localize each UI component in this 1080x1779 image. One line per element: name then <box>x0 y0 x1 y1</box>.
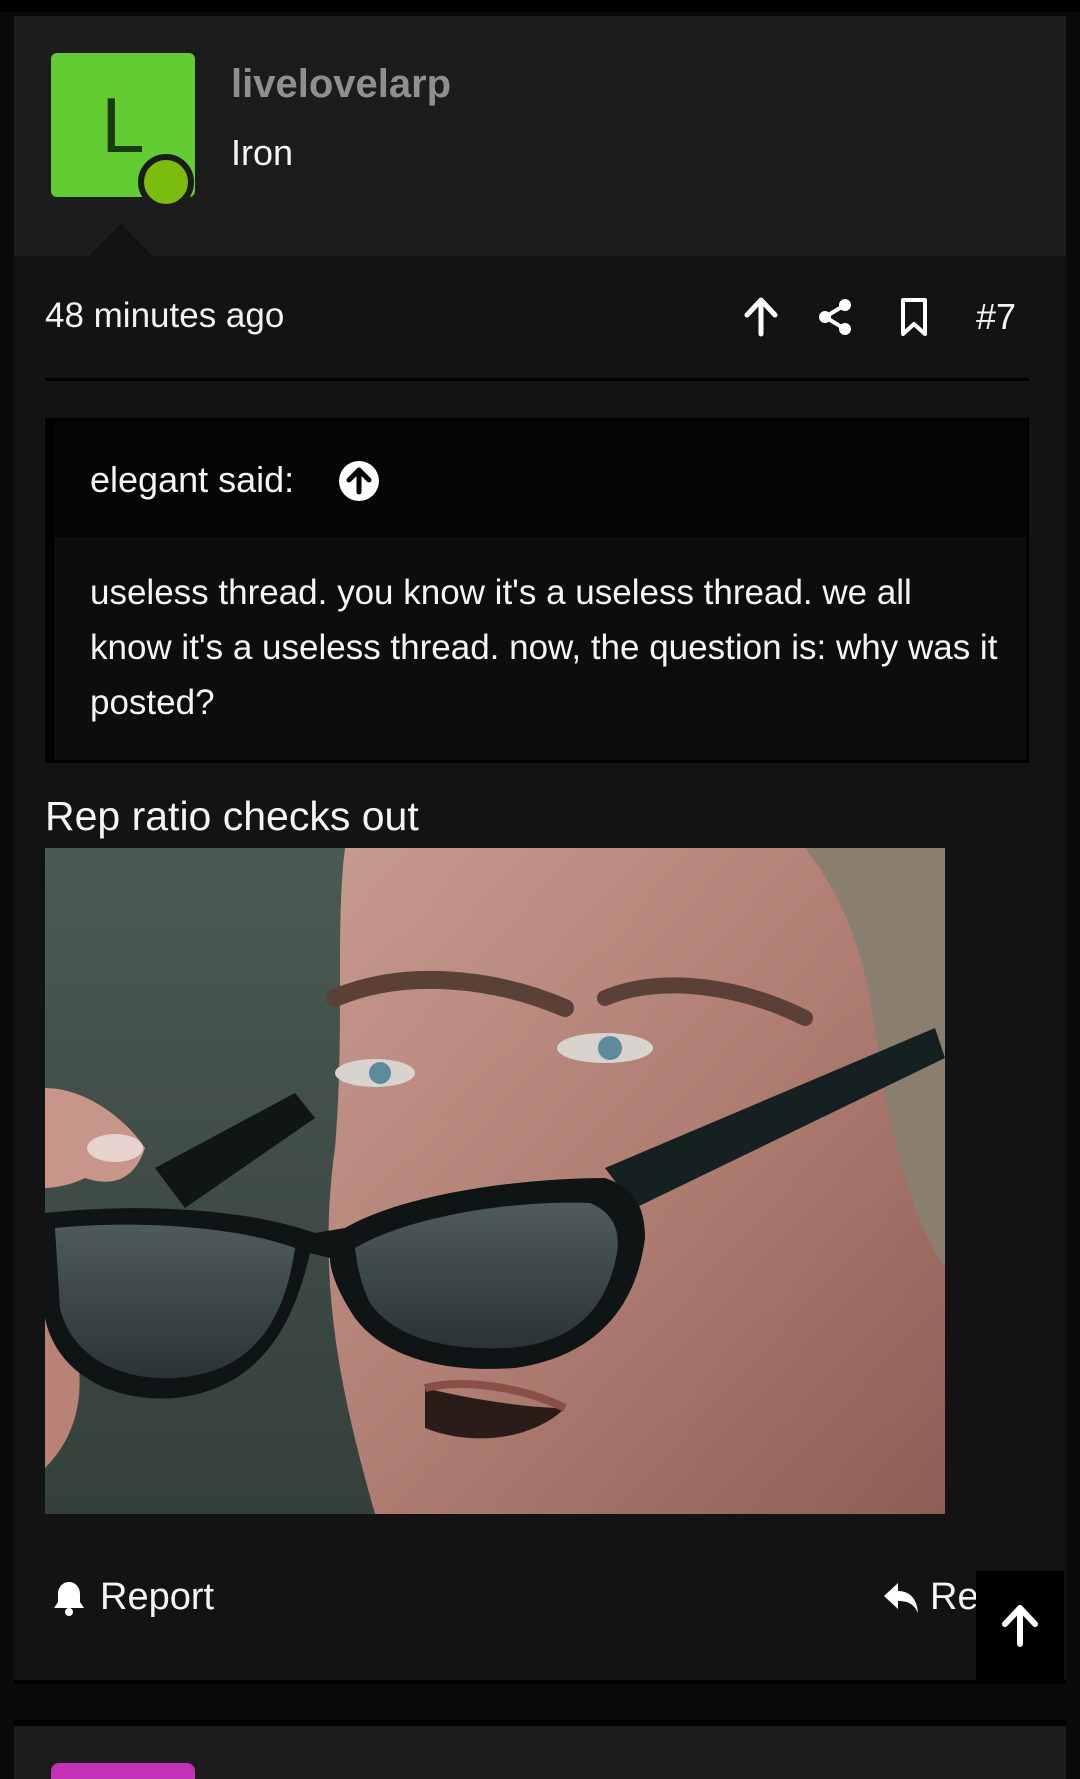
arrow-up-icon <box>1002 1605 1038 1647</box>
bookmark-icon <box>901 298 927 336</box>
top-strip <box>0 0 1080 12</box>
photo-illustration <box>45 848 945 1514</box>
post-header: L livelovelarp Iron <box>14 16 1066 256</box>
arrow-up-icon <box>744 297 778 337</box>
avatar-letter: L <box>101 80 145 169</box>
quote-text: useless thread. you know it's a useless … <box>90 573 998 722</box>
circle-arrow-up-icon <box>346 467 372 495</box>
divider <box>45 378 1029 381</box>
header-pointer <box>89 224 153 256</box>
post-timestamp[interactable]: 48 minutes ago <box>45 296 284 336</box>
user-rank: Iron <box>231 132 294 173</box>
bell-icon <box>54 1581 84 1616</box>
next-post-header <box>14 1726 1066 1779</box>
share-icon <box>819 299 851 335</box>
username-link[interactable]: livelovelarp <box>231 62 451 107</box>
embedded-gif-image[interactable] <box>45 848 945 1514</box>
scroll-to-top-button[interactable] <box>976 1571 1064 1681</box>
online-status-dot <box>138 154 194 210</box>
bookmark-button[interactable] <box>889 292 939 342</box>
post-number-link[interactable]: #7 <box>976 292 1016 342</box>
quote-block: elegant said: useless thread. you know i… <box>45 418 1029 763</box>
report-label: Report <box>100 1576 215 1618</box>
post-body-text: Rep ratio checks out <box>45 793 419 839</box>
next-post-avatar[interactable] <box>51 1763 195 1779</box>
quote-header: elegant said: <box>54 421 1026 537</box>
upvote-button[interactable] <box>736 292 786 342</box>
report-button[interactable]: Report <box>52 1576 214 1619</box>
share-button[interactable] <box>810 292 860 342</box>
post-separator <box>14 1680 1066 1684</box>
forum-post: L livelovelarp Iron 48 minutes ago #7 el… <box>14 16 1066 1680</box>
reply-icon <box>884 1582 918 1613</box>
jump-to-quote-button[interactable] <box>339 461 379 501</box>
quote-author: elegant said: <box>90 459 295 500</box>
